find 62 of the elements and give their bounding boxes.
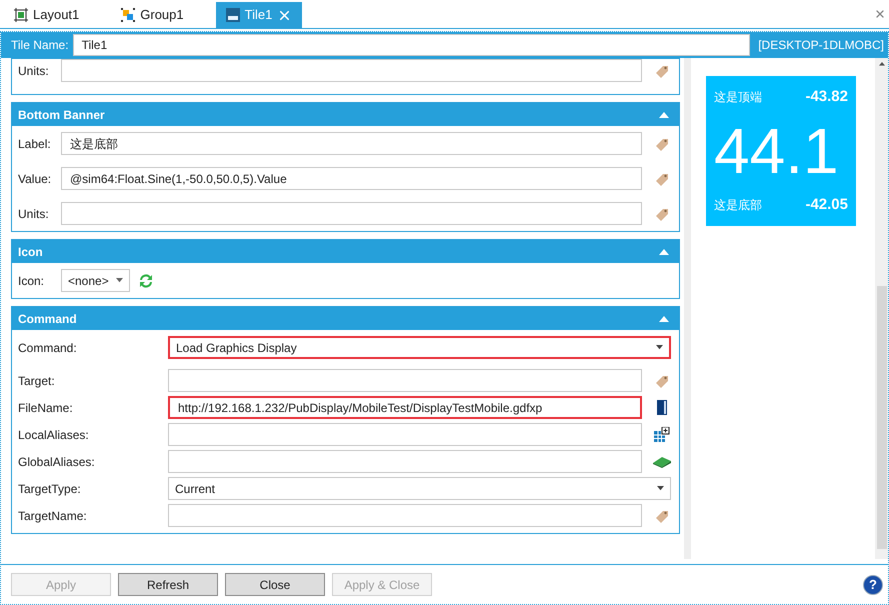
close-icon[interactable] <box>874 8 886 20</box>
field-label: Units: <box>18 62 50 80</box>
tag-icon[interactable] <box>655 172 669 186</box>
tile-top-value: -43.82 <box>805 87 848 107</box>
tab[interactable]: Layout1 <box>4 2 90 28</box>
input-field[interactable] <box>168 450 642 473</box>
input-field[interactable]: @sim64:Float.Sine(1,-50.0,50.0,5).Value <box>61 167 642 190</box>
tag-icon[interactable] <box>655 136 669 150</box>
caret-icon <box>116 278 123 283</box>
collapse-icon <box>659 316 669 322</box>
action-button[interactable]: Close <box>225 573 325 596</box>
refresh-icon[interactable] <box>138 272 154 288</box>
tile-bottom-label: 这是底部 <box>714 196 762 214</box>
scrollbar[interactable] <box>875 58 888 559</box>
host-label: [DESKTOP-1DLMOBC] <box>758 37 884 54</box>
section-title: Bottom Banner <box>18 106 106 124</box>
tag-icon[interactable] <box>655 508 669 522</box>
book-icon[interactable] <box>656 400 668 415</box>
input-field[interactable]: http://192.168.1.232/PubDisplay/MobileTest/DisplayTestMobile.gdfxp <box>168 396 642 419</box>
scroll-up-icon <box>878 62 884 66</box>
caret-icon <box>657 486 664 491</box>
dropdown[interactable]: <none> <box>61 269 130 292</box>
tag-icon[interactable] <box>655 64 669 78</box>
field-label: Target: <box>18 372 56 390</box>
tile-value: 44.1 <box>714 119 839 183</box>
action-button[interactable]: Refresh <box>118 573 218 596</box>
field-label: Label: <box>18 136 52 152</box>
field-label: TargetName: <box>18 508 88 524</box>
squares-icon <box>121 8 136 22</box>
input-field[interactable] <box>168 423 642 446</box>
tile-icon <box>226 8 240 22</box>
dropdown[interactable]: Current <box>168 477 671 500</box>
tab[interactable]: Group1 <box>111 2 194 28</box>
input-field[interactable]: 这是底部 <box>61 132 642 155</box>
input-field[interactable]: Tile1 <box>72 34 750 56</box>
input-field[interactable] <box>61 59 642 82</box>
dropdown[interactable]: Load Graphics Display <box>168 336 671 359</box>
collapse-icon <box>659 248 669 254</box>
section-title: Icon <box>18 244 44 260</box>
tile-top-label: 这是顶端 <box>714 89 762 106</box>
field-label: GlobalAliases: <box>18 454 96 470</box>
tag-icon[interactable] <box>655 374 669 388</box>
tile-name-label: Tile Name: <box>11 37 69 54</box>
field-label: Command: <box>18 340 78 356</box>
frame-icon <box>14 8 28 22</box>
tag-icon[interactable] <box>655 206 669 220</box>
field-label: Value: <box>18 170 52 188</box>
collapse-icon <box>659 112 669 118</box>
field-label: LocalAliases: <box>18 426 90 444</box>
input-field[interactable] <box>168 504 642 527</box>
input-field[interactable] <box>168 369 642 392</box>
table-add-icon[interactable] <box>654 426 670 442</box>
field-label: Icon: <box>18 272 46 290</box>
section-title: Command <box>18 310 78 328</box>
tile-bottom-value: -42.05 <box>805 194 848 214</box>
field-label: FileName: <box>18 400 74 416</box>
field-label: TargetType: <box>18 480 82 498</box>
help-button[interactable]: ? <box>863 574 883 594</box>
book-icon[interactable] <box>653 456 671 468</box>
field-label: Units: <box>18 206 50 222</box>
caret-icon <box>656 345 663 350</box>
input-field[interactable] <box>61 202 642 225</box>
